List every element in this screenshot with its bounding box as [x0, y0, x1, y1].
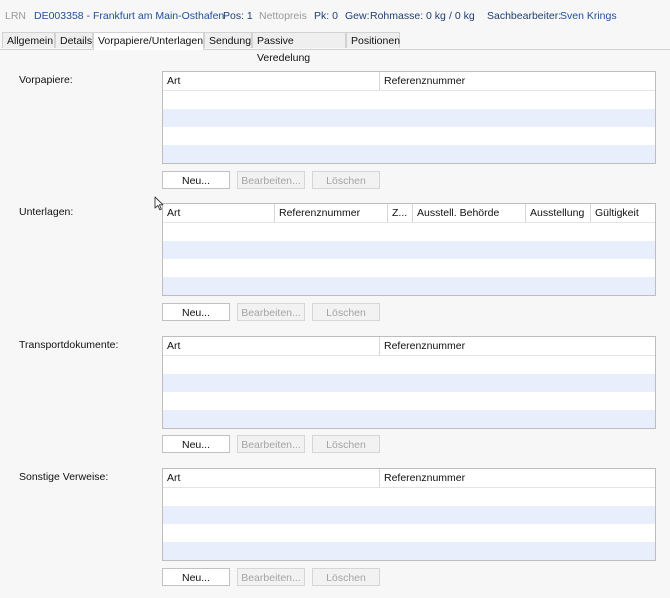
table-row[interactable] — [163, 524, 655, 542]
column-header-art[interactable]: Art — [163, 204, 275, 222]
table-row[interactable] — [163, 91, 655, 109]
document-header: LRN DE003358 - Frankfurt am Main-Osthafe… — [0, 0, 670, 32]
unterlagen-delete-button[interactable]: Löschen — [312, 303, 380, 321]
unterlagen-new-button[interactable]: Neu... — [162, 303, 230, 321]
column-header-referenznummer[interactable]: Referenznummer — [275, 204, 388, 222]
column-header-z[interactable]: Z... — [388, 204, 413, 222]
sonstige-verweise-delete-button[interactable]: Löschen — [312, 568, 380, 586]
column-header-referenznummer[interactable]: Referenznummer — [380, 337, 655, 355]
vorpapiere-delete-button[interactable]: Löschen — [312, 171, 380, 189]
nettopreis-label: Nettopreis — [259, 10, 307, 22]
grid-header: Art Referenznummer — [163, 469, 655, 488]
table-row[interactable] — [163, 223, 655, 241]
grid-header: Art Referenznummer Z... Ausstell. Behörd… — [163, 204, 655, 223]
sonstige-verweise-grid[interactable]: Art Referenznummer — [162, 468, 656, 561]
tab-details[interactable]: Details — [55, 32, 93, 48]
sonstige-verweise-edit-button[interactable]: Bearbeiten... — [237, 568, 305, 586]
table-row[interactable] — [163, 356, 655, 374]
unterlagen-grid[interactable]: Art Referenznummer Z... Ausstell. Behörd… — [162, 203, 656, 296]
column-header-referenznummer[interactable]: Referenznummer — [380, 469, 655, 487]
tab-positionen[interactable]: Positionen — [346, 32, 400, 48]
table-row[interactable] — [163, 127, 655, 145]
sachbearbeiter-label: Sachbearbeiter: — [487, 10, 562, 22]
grid-header: Art Referenznummer — [163, 72, 655, 91]
column-header-ausstellung[interactable]: Ausstellung — [526, 204, 591, 222]
sonstige-verweise-label: Sonstige Verweise: — [19, 471, 109, 483]
rohmasse-text: Rohmasse: 0 kg — [370, 10, 446, 22]
grid-header: Art Referenznummer — [163, 337, 655, 356]
table-row[interactable] — [163, 109, 655, 127]
sachbearbeiter-value[interactable]: Sven Krings — [560, 10, 617, 22]
pos-text: Pos: 1 — [223, 10, 253, 22]
tab-sendung[interactable]: Sendung — [204, 32, 252, 48]
column-header-art[interactable]: Art — [163, 337, 380, 355]
vorpapiere-label: Vorpapiere: — [19, 74, 73, 86]
vorpapiere-grid[interactable]: Art Referenznummer — [162, 71, 656, 164]
mouse-cursor-icon — [154, 196, 164, 211]
table-row[interactable] — [163, 374, 655, 392]
sonstige-verweise-new-button[interactable]: Neu... — [162, 568, 230, 586]
transportdokumente-delete-button[interactable]: Löschen — [312, 435, 380, 453]
column-header-referenznummer[interactable]: Referenznummer — [380, 72, 655, 90]
unterlagen-label: Unterlagen: — [19, 206, 74, 218]
column-header-art[interactable]: Art — [163, 469, 380, 487]
table-row[interactable] — [163, 488, 655, 506]
table-row[interactable] — [163, 506, 655, 524]
transportdokumente-grid[interactable]: Art Referenznummer — [162, 336, 656, 429]
gew-label: Gew: — [345, 10, 370, 22]
vorpapiere-new-button[interactable]: Neu... — [162, 171, 230, 189]
transportdokumente-label: Transportdokumente: — [19, 339, 119, 351]
table-row[interactable] — [163, 241, 655, 259]
table-row[interactable] — [163, 145, 655, 163]
column-header-ausstell-behoerde[interactable]: Ausstell. Behörde — [413, 204, 526, 222]
lrn-value[interactable]: DE003358 - Frankfurt am Main-Osthafen — [34, 10, 224, 22]
netto-text: / 0 kg — [449, 10, 475, 22]
pk-text: Pk: 0 — [314, 10, 338, 22]
lrn-label: LRN — [5, 10, 27, 22]
tab-passive-veredelung[interactable]: Passive Veredelung — [252, 32, 346, 64]
table-row[interactable] — [163, 542, 655, 560]
tab-vorpapiere-unterlagen[interactable]: Vorpapiere/Unterlagen — [93, 32, 204, 50]
tab-bar: Allgemein Details Vorpapiere/Unterlagen … — [0, 32, 670, 64]
unterlagen-edit-button[interactable]: Bearbeiten... — [237, 303, 305, 321]
vorpapiere-edit-button[interactable]: Bearbeiten... — [237, 171, 305, 189]
table-row[interactable] — [163, 277, 655, 295]
table-row[interactable] — [163, 392, 655, 410]
transportdokumente-new-button[interactable]: Neu... — [162, 435, 230, 453]
transportdokumente-edit-button[interactable]: Bearbeiten... — [237, 435, 305, 453]
column-header-art[interactable]: Art — [163, 72, 380, 90]
table-row[interactable] — [163, 410, 655, 428]
column-header-gueltigkeit[interactable]: Gültigkeit — [591, 204, 655, 222]
tab-allgemein[interactable]: Allgemein — [2, 32, 55, 48]
table-row[interactable] — [163, 259, 655, 277]
